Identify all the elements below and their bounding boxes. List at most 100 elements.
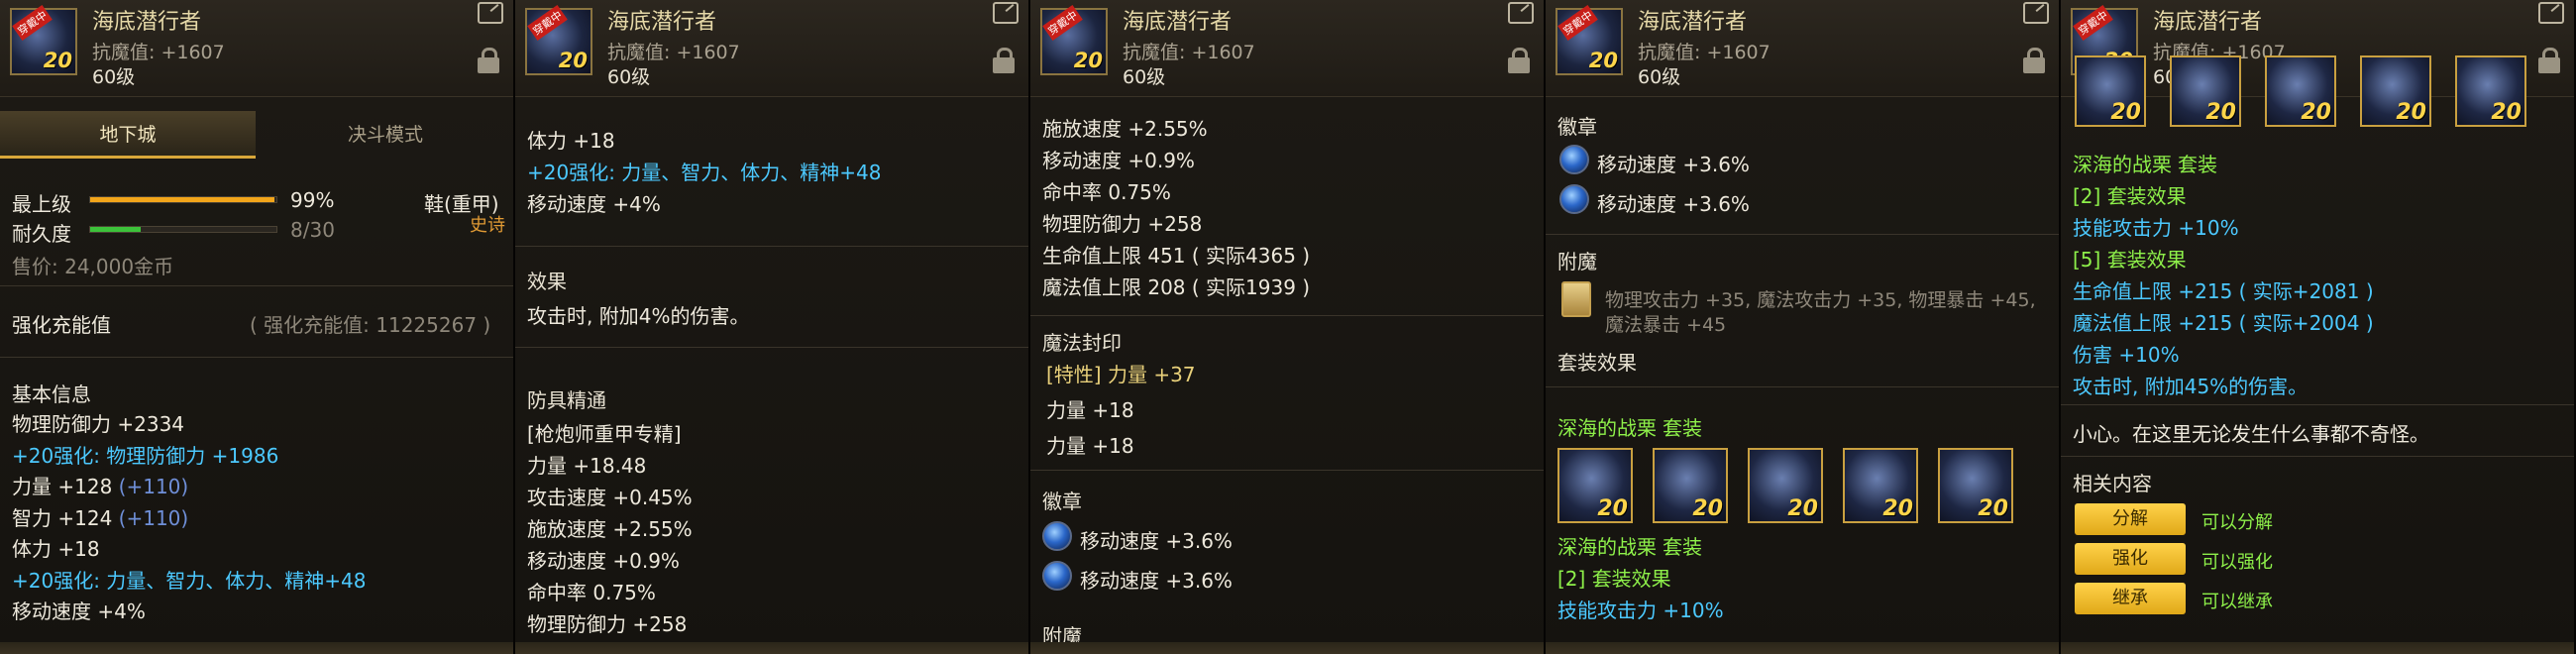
mode-tabs: 地下城 决斗模式: [0, 111, 513, 159]
price: 售价: 24,000金币: [12, 255, 174, 278]
tooltip-panel-2: 穿戴中 20 海底潜行者 抗魔值: +1607 60级 体力 +18 +20强化:…: [515, 0, 1030, 654]
lock-icon[interactable]: [993, 48, 1015, 73]
set-item-icon[interactable]: 20: [1557, 448, 1633, 523]
tooltip-panel-1: 穿戴中 20 海底潜行者 抗魔值: +1607 60级 地下城 决斗模式 最上级…: [0, 0, 515, 654]
lock-icon[interactable]: [2538, 48, 2560, 73]
action-button[interactable]: 分解: [2075, 503, 2186, 535]
stat-line: 魔法值上限 +215 ( 实际+2004 ): [2073, 311, 2374, 335]
set-item-icon[interactable]: 20: [2075, 55, 2146, 127]
stat-line: 技能攻击力 +10%: [2073, 216, 2239, 240]
emblem-line: 移动速度 +3.6%: [1597, 153, 1750, 176]
share-icon[interactable]: [478, 2, 503, 24]
emblem-orb-icon: [1042, 521, 1072, 551]
tooltip-panel-3: 穿戴中 20 海底潜行者 抗魔值: +1607 60级 施放速度 +2.55% 移…: [1030, 0, 1546, 654]
set-bonus-title: [2] 套装效果: [1557, 567, 1671, 591]
emblem-title: 徽章: [1557, 115, 1597, 139]
set-effect-title: 套装效果: [1557, 351, 1637, 375]
share-icon[interactable]: [993, 2, 1019, 24]
lock-icon[interactable]: [1508, 48, 1530, 73]
emblem-orb-icon: [1559, 184, 1589, 214]
set-item-icon[interactable]: 20: [2170, 55, 2241, 127]
set-item-icon[interactable]: 20: [1938, 448, 2013, 523]
divider: [1546, 386, 2059, 387]
reinforce-level: 20: [43, 49, 72, 72]
item-name: 海底潜行者: [1638, 10, 1748, 35]
emblem-line: 移动速度 +3.6%: [1080, 529, 1233, 553]
reinforce-level: 20: [1588, 49, 1618, 72]
set-item-icon[interactable]: 20: [2455, 55, 2526, 127]
equipped-tag: 穿戴中: [12, 5, 53, 41]
stat-line: [2] 套装效果: [2073, 184, 2187, 208]
tooltip-body: 地下城 决斗模式 最上级 99% 鞋(重甲) 耐久度 8/30 史诗 售价: 2…: [0, 97, 513, 654]
reinforce-level: 20: [1978, 496, 2008, 521]
grade-value: 99%: [290, 188, 335, 212]
stat-bonus: (+110): [112, 505, 189, 530]
divider: [515, 347, 1028, 348]
set-item-icon[interactable]: 20: [1843, 448, 1918, 523]
item-level: 60级: [1123, 66, 1166, 88]
stat-line: [枪炮师重甲专精]: [527, 422, 682, 446]
stat-line: 魔法值上限 208 ( 实际1939 ): [1042, 275, 1311, 299]
set-item-icon[interactable]: 20: [1748, 448, 1823, 523]
bottom-strip: [2061, 642, 2574, 654]
stat-line: 施放速度 +2.55%: [1042, 117, 1208, 141]
enchant-card-icon: [1561, 281, 1591, 317]
effect-text: 攻击时, 附加4%的伤害。: [527, 304, 750, 328]
lock-icon[interactable]: [2023, 48, 2045, 73]
bottom-strip: [1546, 642, 2059, 654]
set-bonus-line: 技能攻击力 +10%: [1557, 599, 1724, 622]
stat-line: 生命值上限 +215 ( 实际+2081 ): [2073, 279, 2374, 303]
action-note: 可以继承: [2201, 592, 2273, 612]
tab-pvp[interactable]: 决斗模式: [256, 111, 513, 159]
item-stat: 抗魔值: +1607: [1123, 42, 1255, 63]
durability-value: 8/30: [290, 218, 335, 242]
divider: [515, 246, 1028, 247]
item-level: 60级: [607, 66, 651, 88]
action-button[interactable]: 继承: [2075, 583, 2186, 614]
item-header: 穿戴中 20 海底潜行者 抗魔值: +1607 60级: [0, 0, 513, 97]
tooltip-strip: 穿戴中 20 海底潜行者 抗魔值: +1607 60级 地下城 决斗模式 最上级…: [0, 0, 2576, 654]
divider: [2061, 456, 2574, 457]
reinforce-level: 20: [2396, 100, 2426, 125]
stat-line: 生命值上限 451 ( 实际4365 ): [1042, 244, 1311, 268]
equipped-tag: 穿戴中: [1557, 5, 1598, 41]
stat-line: 力量 +18: [1046, 434, 1134, 458]
stat-line: [5] 套装效果: [2073, 248, 2187, 272]
stat-line: 物理防御力 +258: [527, 612, 688, 636]
reinforce-level: 20: [2110, 100, 2141, 125]
item-icon: 穿戴中 20: [525, 5, 592, 75]
stat-bonus: (+110): [112, 475, 189, 498]
set-suffix: 套装: [1663, 416, 1702, 440]
set-item-icon[interactable]: 20: [1653, 448, 1728, 523]
divider: [2061, 404, 2574, 405]
divider: [1546, 234, 2059, 235]
share-icon[interactable]: [2538, 2, 2564, 24]
divider: [1030, 470, 1544, 471]
item-name: 海底潜行者: [1123, 10, 1233, 35]
item-level: 60级: [92, 66, 136, 88]
stat-line: 伤害 +10%: [2073, 343, 2180, 367]
stat-line: 物理防御力 +2334: [12, 412, 185, 436]
set-item-icon[interactable]: 20: [2360, 55, 2431, 127]
tab-dungeon[interactable]: 地下城: [0, 111, 256, 159]
set-item-icon[interactable]: 20: [2265, 55, 2336, 127]
bottom-strip: [1030, 642, 1544, 654]
stat-line: 攻击时, 附加45%的伤害。: [2073, 375, 2308, 398]
divider: [0, 357, 513, 358]
emblem-orb-icon: [1559, 145, 1589, 174]
reinforce-level: 20: [1692, 496, 1723, 521]
share-icon[interactable]: [1508, 2, 1534, 24]
share-icon[interactable]: [2023, 2, 2049, 24]
reinforce-level: 20: [2491, 100, 2522, 125]
reinforce-level: 20: [1787, 496, 1818, 521]
item-name: 海底潜行者: [607, 10, 717, 35]
lock-icon[interactable]: [478, 48, 499, 73]
stat-line: 攻击速度 +0.45%: [527, 486, 693, 509]
stat-line: 体力 +18: [527, 129, 615, 153]
item-stat: 抗魔值: +1607: [1638, 42, 1771, 63]
tooltip-body: 徽章 移动速度 +3.6% 移动速度 +3.6% 附魔 物理攻击力 +35, 魔…: [1546, 97, 2059, 654]
item-header: 穿戴中 20 海底潜行者 抗魔值: +1607 60级: [1546, 0, 2059, 97]
reinforce-level: 20: [2301, 100, 2331, 125]
mastery-title: 防具精通: [527, 388, 606, 412]
action-button[interactable]: 强化: [2075, 543, 2186, 575]
